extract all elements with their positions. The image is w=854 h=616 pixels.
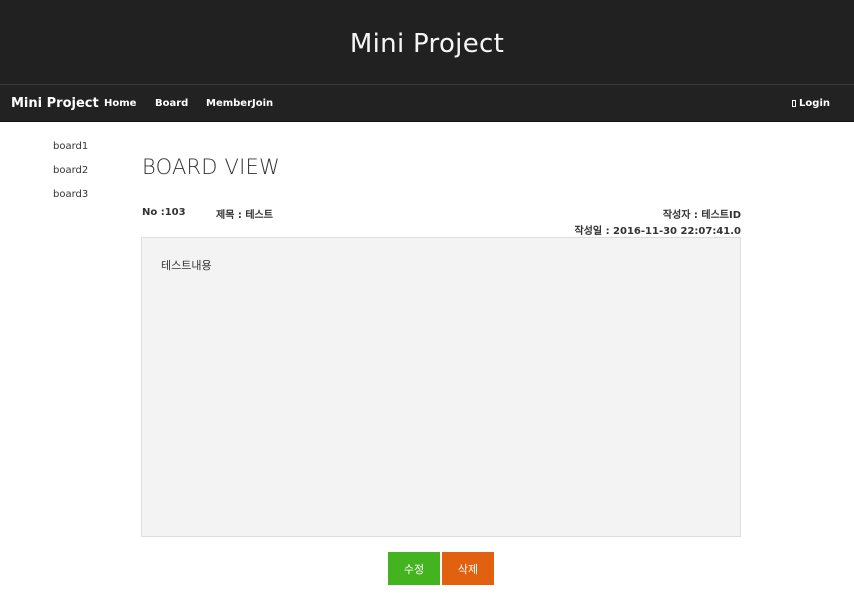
page-title: BOARD VIEW — [142, 155, 280, 179]
banner-title: Mini Project — [349, 29, 505, 59]
nav-brand[interactable]: Mini Project — [11, 85, 99, 122]
nav-link-board[interactable]: Board — [155, 85, 188, 122]
post-content-box: 테스트내용 — [141, 237, 741, 537]
nav-login-label: Login — [799, 98, 830, 109]
nav-link-memberjoin[interactable]: MemberJoin — [206, 85, 273, 122]
site-banner: Mini Project — [0, 0, 854, 84]
sidebar-item-board1[interactable]: board1 — [53, 141, 88, 152]
delete-button[interactable]: 삭제 — [442, 552, 494, 585]
nav-link-home[interactable]: Home — [104, 85, 136, 122]
post-number: No :103 — [142, 207, 186, 218]
nav-login-link[interactable]: Login — [792, 85, 830, 122]
post-subject: 제목 : 테스트 — [216, 210, 273, 221]
sidebar-item-board2[interactable]: board2 — [53, 165, 88, 176]
navbar: Mini Project Home Board MemberJoin Login — [0, 84, 854, 122]
post-date: 작성일 : 2016-11-30 22:07:41.0 — [574, 226, 741, 237]
post-author: 작성자 : 테스트ID — [662, 210, 741, 221]
edit-button[interactable]: 수정 — [388, 552, 440, 585]
post-content: 테스트내용 — [161, 259, 212, 272]
sidebar-item-board3[interactable]: board3 — [53, 189, 88, 200]
login-icon — [792, 100, 797, 107]
